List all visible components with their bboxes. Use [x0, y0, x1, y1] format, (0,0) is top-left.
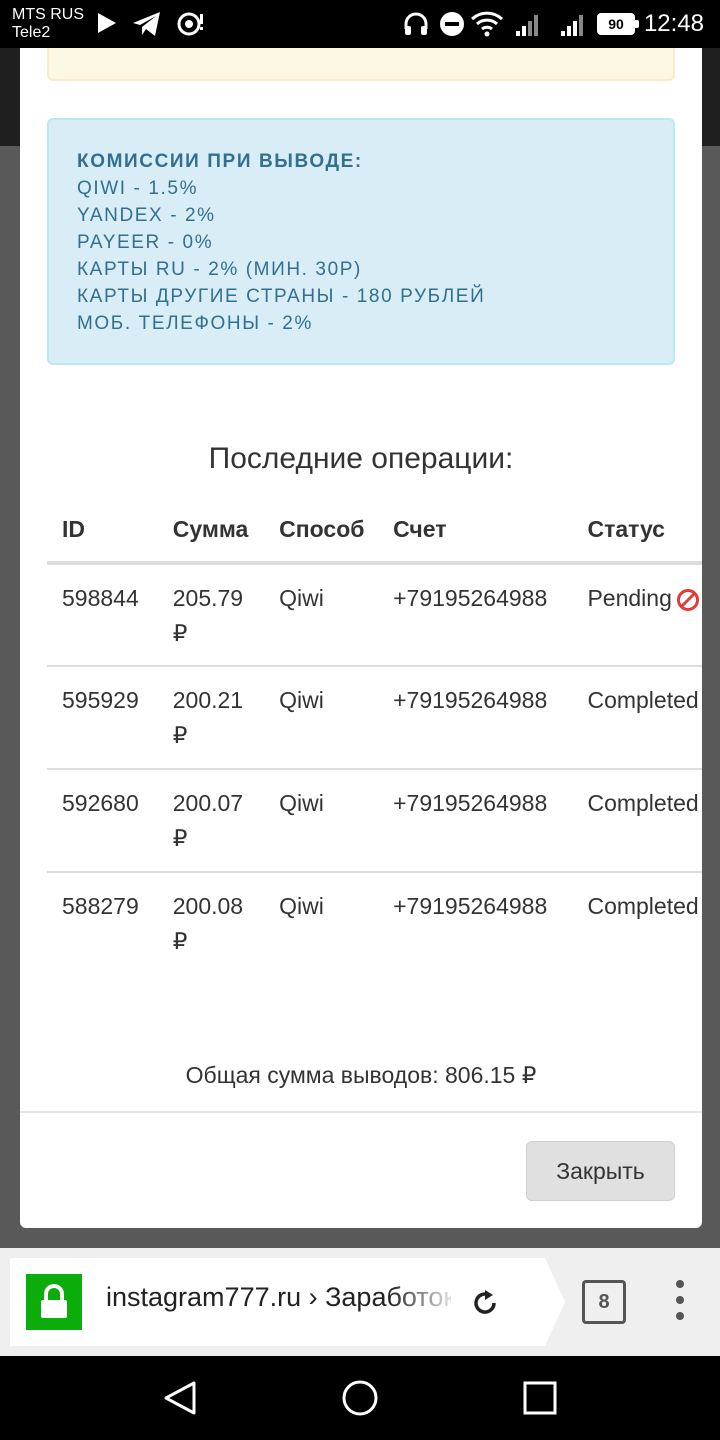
cell-status: Completed: [572, 666, 702, 770]
status-text: Pending: [587, 585, 672, 611]
recents-icon[interactable]: [523, 1381, 557, 1415]
header-status: Статус: [572, 506, 702, 565]
cell-method: Qiwi: [264, 666, 379, 770]
carrier-1: MTS RUS: [12, 6, 84, 23]
cancel-icon[interactable]: [676, 588, 700, 612]
withdrawals-modal: КОМИССИИ ПРИ ВЫВОДЕ: QIWI - 1.5% YANDEX …: [20, 48, 702, 1228]
signal-icon: [561, 15, 583, 36]
commission-line: МОБ. ТЕЛЕФОНЫ - 2%: [77, 313, 313, 334]
cell-account: +79195264988: [378, 769, 573, 873]
table-row: 588279 200.08 ₽ Qiwi +79195264988 Complet…: [47, 872, 702, 975]
home-icon[interactable]: [341, 1379, 379, 1417]
currency-sign: ₽: [172, 722, 188, 748]
sum-value: 205.79: [172, 585, 244, 611]
table-row: 595929 200.21 ₽ Qiwi +79195264988 Complet…: [47, 666, 702, 770]
sum-value: 200.08: [172, 893, 244, 919]
cell-id: 595929: [47, 666, 158, 770]
navigation-bar: [0, 1356, 720, 1440]
cell-method: Qiwi: [279, 893, 324, 919]
warning-alert: [47, 48, 675, 81]
cell-sum: 200.21 ₽: [157, 666, 265, 770]
commissions-alert: КОМИССИИ ПРИ ВЫВОДЕ: QIWI - 1.5% YANDEX …: [47, 118, 675, 365]
total-withdrawals: Общая сумма выводов: 806.15 ₽: [185, 1062, 537, 1088]
cell-status: Completed: [587, 893, 699, 919]
more-menu-icon[interactable]: [672, 1278, 688, 1322]
header-method: Способ: [264, 506, 379, 565]
dnd-icon: [440, 12, 464, 36]
footer-divider: [20, 1111, 702, 1113]
table-header-row: ID Сумма Способ Счет Статус: [47, 506, 702, 565]
clock: 12:48: [643, 10, 704, 37]
cell-id: 598844: [47, 563, 158, 667]
currency-sign: ₽: [172, 825, 188, 851]
table-row: 592680 200.07 ₽ Qiwi +79195264988 Complet…: [47, 769, 702, 873]
cell-status: Completed: [572, 769, 702, 873]
commission-line: PAYEER - 0%: [77, 232, 214, 253]
cell-sum: 205.79 ₽: [157, 563, 265, 667]
close-button[interactable]: Закрыть: [526, 1141, 675, 1201]
status-bar: MTS RUS Tele2 90 12:48: [0, 0, 720, 48]
cell-account: +79195264988: [393, 893, 548, 919]
reload-icon[interactable]: [470, 1288, 500, 1318]
header-account: Счет: [378, 506, 573, 565]
cell-method: Qiwi: [264, 563, 379, 667]
commission-line: КАРТЫ RU - 2% (МИН. 30Р): [77, 259, 362, 280]
telegram-icon: [133, 12, 160, 36]
header-sum: Сумма: [157, 506, 265, 565]
lock-icon[interactable]: [26, 1274, 82, 1330]
operations-title: Последние операции:: [208, 442, 514, 475]
sum-value: 200.07: [172, 790, 244, 816]
operations-table: ID Сумма Способ Счет Статус 598844 205.7…: [47, 506, 702, 975]
carrier-info: MTS RUS Tele2: [12, 6, 84, 42]
sum-value: 200.21: [172, 687, 244, 713]
radio-icon: [177, 12, 203, 36]
browser-toolbar: instagram777.ru › Заработок 8: [0, 1248, 720, 1356]
cell-account: +79195264988: [378, 563, 573, 667]
cell-sum: 200.07 ₽: [157, 769, 265, 873]
cell-id: 592680: [47, 769, 158, 873]
address-bar[interactable]: instagram777.ru › Заработок: [10, 1258, 565, 1346]
wifi-icon: [471, 11, 503, 37]
headphones-icon: [404, 12, 428, 35]
carrier-2: Tele2: [12, 24, 51, 41]
cell-status: Pending: [572, 563, 702, 667]
tabs-button[interactable]: 8: [582, 1280, 626, 1324]
battery-icon: 90: [597, 13, 639, 35]
cell-method: Qiwi: [264, 769, 379, 873]
back-icon[interactable]: [160, 1380, 200, 1416]
currency-sign: ₽: [172, 620, 188, 646]
signal-icon: [516, 15, 538, 36]
cell-sum: 200.08 ₽: [158, 872, 264, 975]
cell-id: 588279: [62, 893, 139, 919]
commission-line: QIWI - 1.5%: [77, 178, 199, 199]
url-fade: [390, 1270, 460, 1334]
commission-line: КАРТЫ ДРУГИЕ СТРАНЫ - 180 РУБЛЕЙ: [77, 286, 486, 307]
table-row: 598844 205.79 ₽ Qiwi +79195264988 Pending: [47, 563, 702, 667]
background-page-bottom: [0, 1228, 720, 1248]
commissions-title: КОМИССИИ ПРИ ВЫВОДЕ:: [77, 151, 363, 172]
play-icon: [98, 13, 116, 33]
header-id: ID: [47, 506, 158, 565]
cell-account: +79195264988: [378, 666, 573, 770]
currency-sign: ₽: [172, 928, 188, 954]
commission-line: YANDEX - 2%: [77, 205, 216, 226]
